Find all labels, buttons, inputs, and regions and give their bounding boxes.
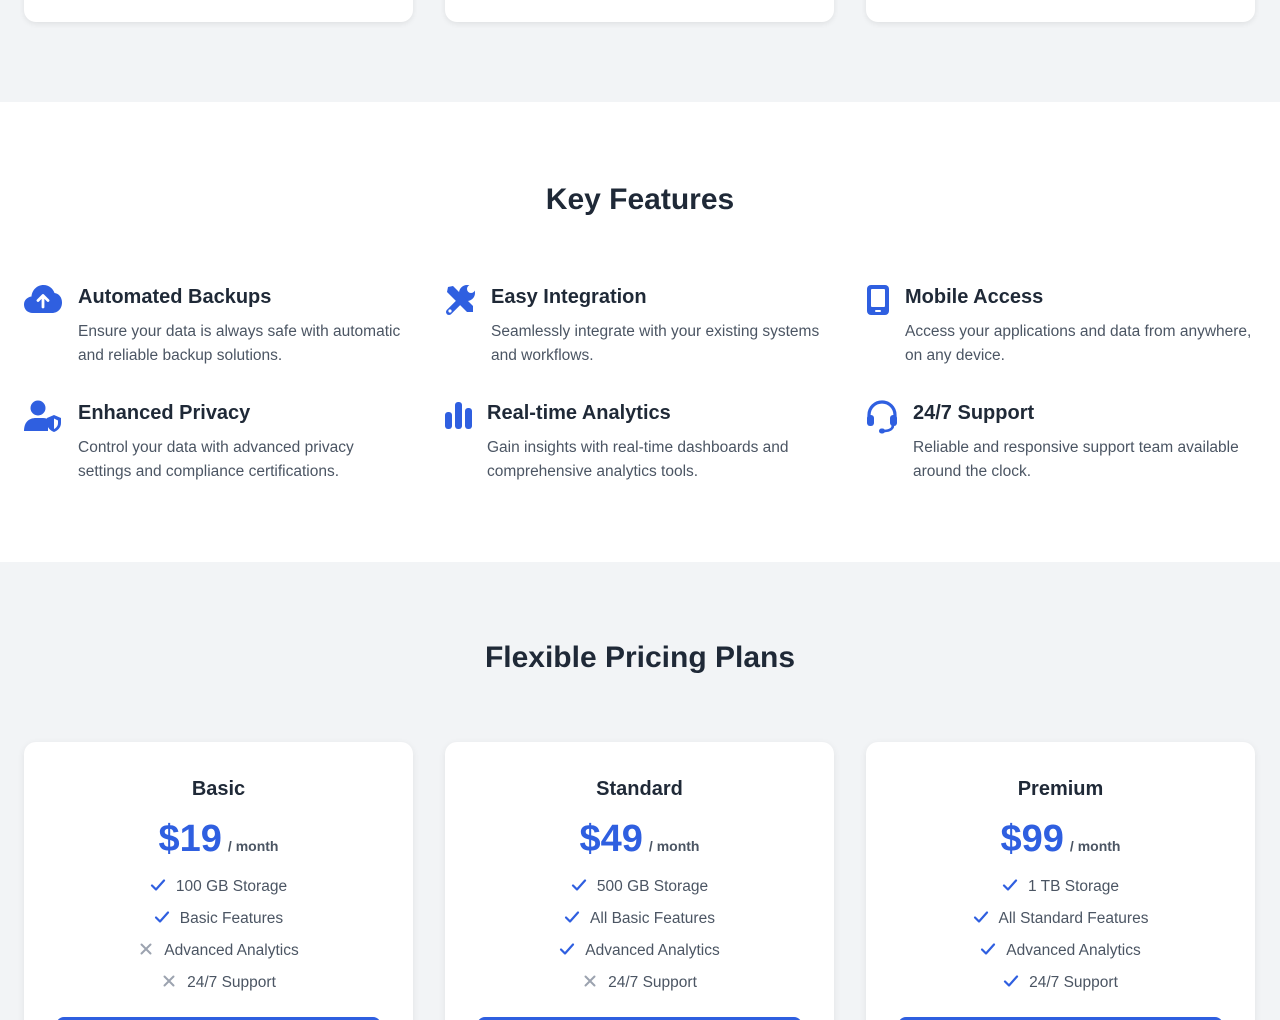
plan-feature-item: 500 GB Storage bbox=[445, 875, 834, 907]
plan-feature-item: 24/7 Support bbox=[866, 971, 1255, 1003]
headset-icon bbox=[866, 400, 906, 434]
previous-section bbox=[0, 0, 1280, 102]
plan-name: Standard bbox=[596, 778, 683, 800]
plan-feature-item: Advanced Analytics bbox=[866, 939, 1255, 971]
check-icon bbox=[564, 909, 580, 925]
feature-title: Mobile Access bbox=[905, 286, 1044, 308]
plan-feature-item: Advanced Analytics bbox=[445, 939, 834, 971]
plan-price: $99 bbox=[1000, 818, 1064, 860]
plan-feature-item: 100 GB Storage bbox=[24, 875, 413, 907]
bar-chart-icon bbox=[445, 400, 485, 434]
description-line: Access your applications and data from a… bbox=[905, 323, 1252, 340]
cloud-upload-icon bbox=[24, 284, 64, 318]
plan-feature-label: 24/7 Support bbox=[608, 974, 697, 991]
feature-description: Control your data with advanced privacy … bbox=[78, 436, 418, 484]
plan-feature-item: 1 TB Storage bbox=[866, 875, 1255, 907]
x-icon bbox=[138, 941, 154, 957]
feature-title: Enhanced Privacy bbox=[78, 402, 251, 424]
feature-description: Reliable and responsive support team ava… bbox=[913, 436, 1263, 484]
pricing-section: Flexible Pricing Plans Basic $19 / month … bbox=[0, 562, 1280, 1020]
plan-card-standard: Standard $49 / month 500 GB Storage All Ba… bbox=[445, 742, 834, 1020]
tools-icon bbox=[445, 284, 485, 318]
user-shield-icon bbox=[24, 400, 64, 434]
plan-price-row: $99 / month bbox=[866, 818, 1255, 861]
plan-feature-label: 24/7 Support bbox=[1029, 974, 1118, 991]
description-line: Reliable and responsive support team ava… bbox=[913, 439, 1239, 456]
plan-feature-item: All Standard Features bbox=[866, 907, 1255, 939]
check-icon bbox=[559, 941, 575, 957]
plan-price: $49 bbox=[579, 818, 643, 860]
feature-description: Ensure your data is always safe with aut… bbox=[78, 320, 418, 368]
plan-period: / month bbox=[648, 838, 700, 854]
plan-period: / month bbox=[1069, 838, 1121, 854]
plan-card-premium: Premium $99 / month 1 TB Storage All Stand… bbox=[866, 742, 1255, 1020]
plan-feature-item: Advanced Analytics bbox=[24, 939, 413, 971]
features-section: Key Features Automated Backups Ensure yo… bbox=[0, 102, 1280, 562]
description-line: Seamlessly integrate with your existing … bbox=[491, 323, 820, 340]
description-line: settings and compliance certifications. bbox=[78, 463, 340, 480]
mobile-icon bbox=[866, 284, 906, 318]
previous-card bbox=[445, 0, 834, 22]
check-icon bbox=[154, 909, 170, 925]
feature-title: Real-time Analytics bbox=[487, 402, 671, 424]
description-line: Ensure your data is always safe with aut… bbox=[78, 323, 401, 340]
feature-title: Automated Backups bbox=[78, 286, 272, 308]
description-line: and reliable backup solutions. bbox=[78, 347, 283, 364]
features-title: Key Features bbox=[545, 183, 735, 216]
check-icon bbox=[980, 941, 996, 957]
x-icon bbox=[161, 973, 177, 989]
plan-feature-label: Advanced Analytics bbox=[164, 942, 299, 959]
plan-price-row: $19 / month bbox=[24, 818, 413, 861]
description-line: around the clock. bbox=[913, 463, 1032, 480]
plan-feature-label: Advanced Analytics bbox=[585, 942, 720, 959]
plan-feature-label: Advanced Analytics bbox=[1006, 942, 1141, 959]
plan-feature-label: Basic Features bbox=[179, 910, 284, 927]
plan-period: / month bbox=[227, 838, 279, 854]
plan-name: Basic bbox=[191, 778, 246, 800]
feature-title: 24/7 Support bbox=[913, 402, 1035, 424]
pricing-title: Flexible Pricing Plans bbox=[484, 641, 796, 674]
plan-feature-label: 1 TB Storage bbox=[1027, 878, 1120, 895]
previous-card bbox=[866, 0, 1255, 22]
plan-price: $19 bbox=[158, 818, 222, 860]
x-icon bbox=[582, 973, 598, 989]
description-line: on any device. bbox=[905, 347, 1005, 364]
feature-description: Seamlessly integrate with your existing … bbox=[491, 320, 841, 368]
plan-feature-label: 100 GB Storage bbox=[175, 878, 288, 895]
plan-feature-label: 500 GB Storage bbox=[596, 878, 709, 895]
plan-feature-item: 24/7 Support bbox=[24, 971, 413, 1003]
plan-feature-list: 500 GB Storage All Basic Features Advanced… bbox=[445, 875, 834, 1003]
plan-feature-label: 24/7 Support bbox=[187, 974, 276, 991]
check-icon bbox=[150, 877, 166, 893]
previous-card bbox=[24, 0, 413, 22]
feature-description: Access your applications and data from a… bbox=[905, 320, 1265, 368]
plan-price-row: $49 / month bbox=[445, 818, 834, 861]
description-line: and workflows. bbox=[491, 347, 594, 364]
feature-title: Easy Integration bbox=[491, 286, 647, 308]
check-icon bbox=[1002, 877, 1018, 893]
description-line: Gain insights with real-time dashboards … bbox=[487, 439, 789, 456]
check-icon bbox=[1003, 973, 1019, 989]
check-icon bbox=[973, 909, 989, 925]
plan-feature-item: Basic Features bbox=[24, 907, 413, 939]
feature-description: Gain insights with real-time dashboards … bbox=[487, 436, 837, 484]
description-line: comprehensive analytics tools. bbox=[487, 463, 699, 480]
plan-feature-list: 1 TB Storage All Standard Features Advance… bbox=[866, 875, 1255, 1003]
plan-feature-label: All Basic Features bbox=[590, 910, 715, 927]
description-line: Control your data with advanced privacy bbox=[78, 439, 354, 456]
check-icon bbox=[571, 877, 587, 893]
plan-feature-item: 24/7 Support bbox=[445, 971, 834, 1003]
plan-card-basic: Basic $19 / month 100 GB Storage Basic Fea… bbox=[24, 742, 413, 1020]
plan-feature-label: All Standard Features bbox=[998, 910, 1149, 927]
plan-feature-list: 100 GB Storage Basic Features Advanced Ana… bbox=[24, 875, 413, 1003]
plan-feature-item: All Basic Features bbox=[445, 907, 834, 939]
plan-name: Premium bbox=[1017, 778, 1104, 800]
